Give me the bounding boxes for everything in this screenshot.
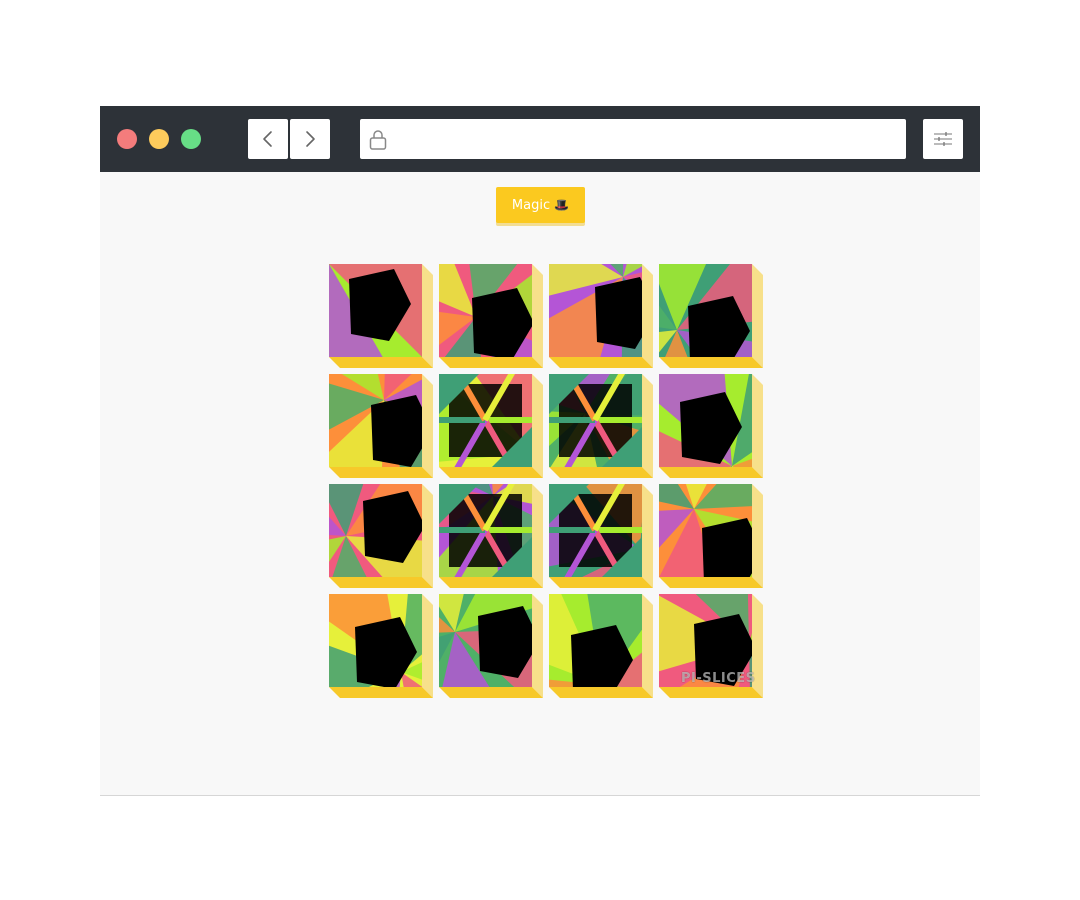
magic-button[interactable]: Magic 🎩: [496, 187, 585, 223]
puzzle-tile[interactable]: [439, 374, 543, 478]
maximize-window-dot[interactable]: [181, 129, 201, 149]
watermark: PI-SLICES: [681, 671, 756, 686]
settings-button[interactable]: [923, 119, 963, 159]
puzzle-tile[interactable]: [659, 374, 763, 478]
puzzle-tile[interactable]: [549, 594, 653, 698]
puzzle-tile[interactable]: [549, 484, 653, 588]
puzzle-tile[interactable]: [549, 374, 653, 478]
puzzle-tile[interactable]: [439, 484, 543, 588]
magic-button-label: Magic: [511, 197, 551, 213]
lock-icon: [369, 130, 387, 150]
puzzle-tile[interactable]: [329, 594, 433, 698]
puzzle-tile[interactable]: [549, 264, 653, 368]
puzzle-tile[interactable]: [329, 484, 433, 588]
puzzle-tile[interactable]: [659, 484, 763, 588]
back-button[interactable]: [248, 119, 288, 159]
chevron-right-icon: [306, 131, 315, 147]
puzzle-grid: [329, 264, 769, 704]
sliders-icon: [934, 132, 952, 146]
minimize-window-dot[interactable]: [149, 129, 169, 149]
puzzle-tile[interactable]: [439, 264, 543, 368]
puzzle-tile[interactable]: [329, 374, 433, 478]
chevron-left-icon: [263, 131, 272, 147]
puzzle-tile[interactable]: [439, 594, 543, 698]
browser-toolbar: [100, 106, 980, 172]
close-window-dot[interactable]: [117, 129, 137, 149]
puzzle-tile[interactable]: [329, 264, 433, 368]
puzzle-tile[interactable]: [659, 264, 763, 368]
top-hat-icon: 🎩: [554, 198, 570, 212]
browser-window: Magic 🎩 PI-SLICES: [100, 106, 980, 796]
address-bar[interactable]: [360, 119, 906, 159]
forward-button[interactable]: [290, 119, 330, 159]
